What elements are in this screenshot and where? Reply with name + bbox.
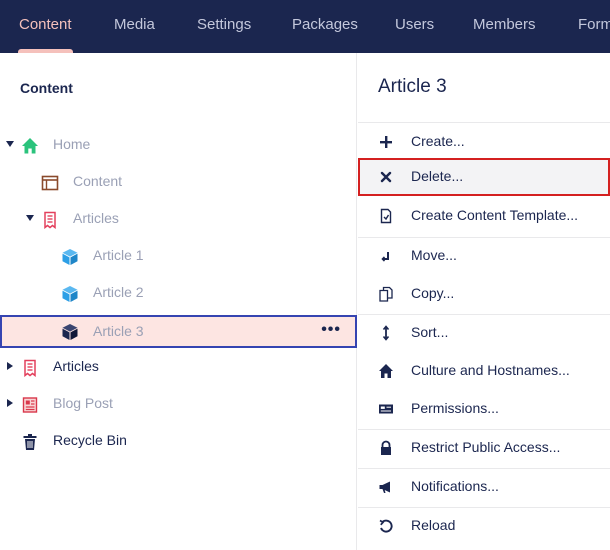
tab-media[interactable]: Media: [114, 0, 155, 53]
delete-x-icon: [380, 171, 392, 183]
tree-node-articles[interactable]: Articles: [0, 205, 357, 235]
cube-icon: [62, 286, 78, 302]
caret-down-icon[interactable]: [6, 141, 14, 147]
plus-icon: [380, 136, 392, 148]
tree-node-article-2[interactable]: Article 2: [0, 279, 357, 309]
tree-node-article-3[interactable]: Article 3 •••: [0, 315, 357, 348]
action-move[interactable]: Move...: [358, 237, 610, 275]
tab-forms[interactable]: Forms: [578, 0, 610, 53]
home-icon: [22, 138, 38, 154]
tab-settings[interactable]: Settings: [197, 0, 251, 53]
copy-icon: [379, 286, 393, 302]
caret-right-icon[interactable]: [7, 362, 13, 370]
action-label: Create Content Template...: [411, 207, 579, 223]
tree-node-article-1[interactable]: Article 1: [0, 242, 357, 272]
cube-icon: [62, 249, 78, 265]
tab-content[interactable]: Content: [18, 0, 73, 53]
action-label: Delete...: [411, 168, 464, 184]
blog-icon: [22, 397, 38, 413]
action-label: Sort...: [411, 324, 449, 340]
action-label: Move...: [411, 247, 457, 263]
action-delete[interactable]: Delete...: [358, 158, 610, 196]
content-tree: Content Home Content Articles Article 1 …: [0, 53, 357, 550]
move-icon: [381, 252, 389, 262]
action-create-content-template[interactable]: Create Content Template...: [358, 197, 610, 235]
home-icon: [379, 364, 393, 378]
article-list-icon: [44, 211, 56, 229]
tree-node-content[interactable]: Content: [0, 168, 357, 198]
caret-down-icon[interactable]: [26, 215, 34, 221]
tree-node-label: Recycle Bin: [53, 432, 127, 448]
action-notifications[interactable]: Notifications...: [358, 468, 610, 506]
trash-icon: [23, 434, 37, 450]
tree-node-label: Article 1: [93, 247, 144, 263]
sort-icon: [382, 325, 390, 341]
more-actions-icon[interactable]: •••: [321, 321, 341, 339]
actions-panel: Article 3 Create... Delete... Create Con…: [358, 53, 610, 550]
megaphone-icon: [379, 481, 390, 493]
tab-members[interactable]: Members: [473, 0, 536, 53]
tree-node-label: Article 2: [93, 284, 144, 300]
action-reload[interactable]: Reload: [358, 507, 610, 545]
tree-node-label: Articles: [73, 210, 119, 226]
action-label: Reload: [411, 517, 456, 533]
top-navigation: Content Media Settings Packages Users Me…: [0, 0, 610, 53]
action-label: Create...: [411, 133, 465, 149]
tree-node-label: Content: [73, 173, 123, 189]
cube-icon: [62, 324, 78, 340]
lock-icon: [381, 440, 391, 455]
action-sort[interactable]: Sort...: [358, 314, 610, 352]
window-icon: [41, 175, 59, 191]
reload-icon: [379, 519, 393, 533]
article-list-icon: [24, 359, 36, 377]
tree-node-home[interactable]: Home: [0, 131, 357, 161]
tab-users[interactable]: Users: [395, 0, 434, 53]
action-label: Permissions...: [411, 400, 499, 416]
permissions-icon: [379, 404, 393, 414]
action-permissions[interactable]: Permissions...: [358, 390, 610, 428]
actions-title: Article 3: [378, 76, 447, 97]
tree-node-label: Articles: [53, 358, 99, 374]
action-label: Copy...: [411, 285, 455, 301]
tree-title: Content: [20, 80, 73, 96]
tab-packages[interactable]: Packages: [292, 0, 358, 53]
tree-node-articles-2[interactable]: Articles: [0, 353, 357, 383]
action-label: Restrict Public Access...: [411, 439, 561, 455]
tree-node-blog-post[interactable]: Blog Post: [0, 390, 357, 420]
action-culture-and-hostnames[interactable]: Culture and Hostnames...: [358, 352, 610, 390]
action-restrict-public-access[interactable]: Restrict Public Access...: [358, 429, 610, 467]
tree-node-recycle-bin[interactable]: Recycle Bin: [0, 427, 357, 457]
caret-right-icon[interactable]: [7, 399, 13, 407]
document-template-icon: [380, 208, 392, 224]
tree-node-label: Blog Post: [53, 395, 113, 411]
tree-node-label: Article 3: [93, 323, 144, 339]
tree-node-label: Home: [53, 136, 91, 152]
action-label: Culture and Hostnames...: [411, 362, 570, 378]
action-label: Notifications...: [411, 478, 499, 494]
action-create[interactable]: Create...: [358, 123, 610, 161]
action-copy[interactable]: Copy...: [358, 275, 610, 313]
